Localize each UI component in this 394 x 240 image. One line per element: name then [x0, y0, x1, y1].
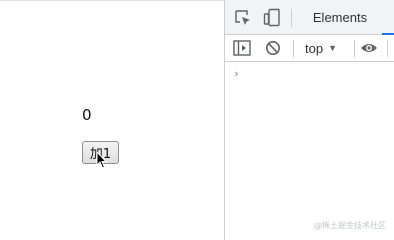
- context-selector-value: top: [305, 40, 324, 56]
- devtools-panel: Elements top ▼ ›: [224, 0, 394, 240]
- page-viewport: 0 加1: [0, 0, 224, 240]
- toolbar-separator: [293, 40, 294, 57]
- device-toggle-icon[interactable]: [263, 8, 281, 28]
- toolbar-separator-2: [354, 40, 355, 57]
- screen: 0 加1 Elements top ▼ › @稀土掘金技术社区: [0, 0, 394, 240]
- tabbar-separator: [291, 9, 292, 27]
- watermark: @稀土掘金技术社区: [314, 221, 386, 230]
- tab-elements[interactable]: Elements: [304, 0, 376, 35]
- eye-icon[interactable]: [360, 41, 378, 55]
- inspect-element-icon[interactable]: [234, 9, 252, 27]
- sidebar-toggle-icon[interactable]: [233, 40, 251, 56]
- counter-value: 0: [82, 106, 92, 124]
- console-prompt[interactable]: ›: [233, 67, 240, 80]
- devtools-tabbar: Elements: [225, 0, 394, 35]
- mouse-cursor-icon: [96, 151, 108, 169]
- clear-console-icon[interactable]: [265, 40, 281, 56]
- dropdown-caret-icon: ▼: [328, 43, 337, 53]
- context-selector[interactable]: top ▼: [305, 35, 337, 61]
- toolbar-separator-3: [387, 40, 388, 57]
